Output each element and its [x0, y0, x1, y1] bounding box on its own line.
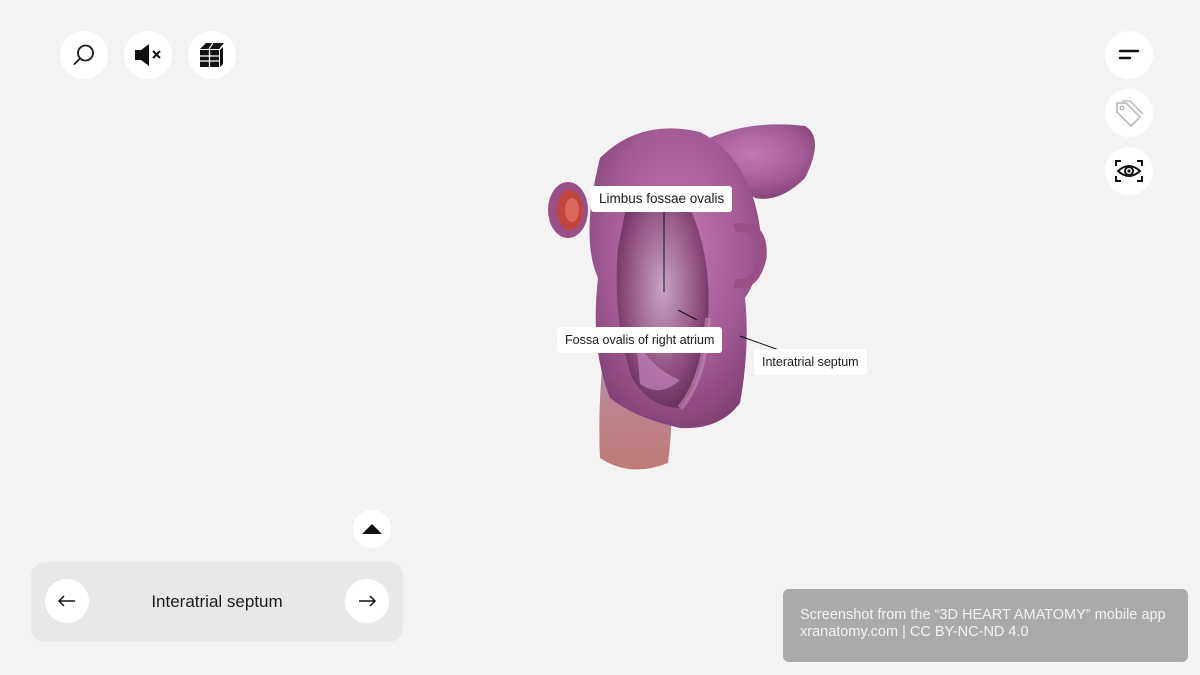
layers-cube-icon — [197, 41, 227, 69]
view-toggle-button[interactable] — [1105, 147, 1153, 195]
search-button[interactable] — [60, 31, 108, 79]
eye-scan-icon — [1114, 158, 1144, 184]
mute-button[interactable] — [124, 31, 172, 79]
tag-icon — [1113, 99, 1145, 127]
previous-structure-button[interactable] — [45, 579, 89, 623]
credit-watermark: Screenshot from the “3D HEART AMATOMY” m… — [783, 589, 1188, 662]
search-icon — [71, 42, 97, 68]
tag-button[interactable] — [1105, 89, 1153, 137]
current-structure-title: Interatrial septum — [151, 592, 283, 611]
speaker-muted-icon — [132, 42, 164, 68]
menu-button[interactable] — [1105, 31, 1153, 79]
expand-panel-button[interactable] — [353, 510, 391, 548]
label-interatrial-septum[interactable]: Interatrial septum — [754, 349, 867, 375]
arrow-left-icon — [57, 594, 77, 608]
structure-navigator: Interatrial septum — [31, 562, 403, 642]
caret-up-icon — [361, 522, 383, 536]
label-fossa-ovalis[interactable]: Fossa ovalis of right atrium — [557, 327, 723, 353]
label-limbus-fossae-ovalis[interactable]: Limbus fossae ovalis — [591, 186, 733, 212]
credit-line-2: xranatomy.com | CC BY-NC-ND 4.0 — [800, 624, 1029, 640]
menu-lines-icon — [1118, 47, 1140, 63]
credit-line-1: Screenshot from the “3D HEART AMATOMY” m… — [800, 607, 1166, 623]
next-structure-button[interactable] — [345, 579, 389, 623]
heart-3d-model[interactable] — [540, 118, 830, 478]
layers-button[interactable] — [188, 31, 236, 79]
arrow-right-icon — [357, 594, 377, 608]
